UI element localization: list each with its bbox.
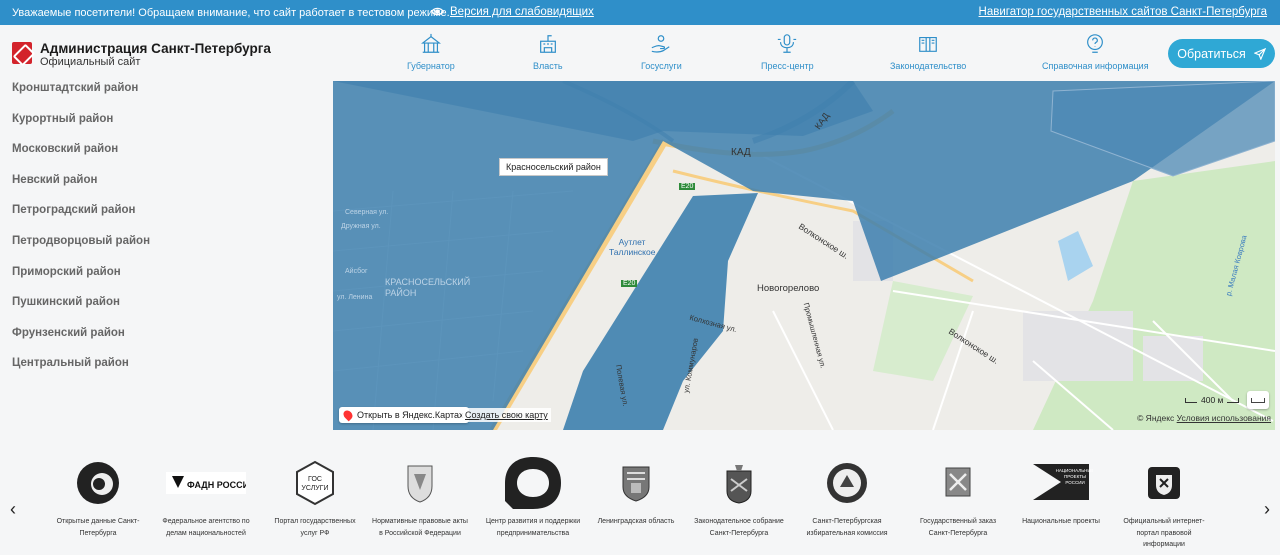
partner-legal-portal[interactable]: Официальный интернет-портал правовой инф… — [1116, 460, 1212, 551]
map-canvas — [333, 81, 1275, 430]
law-book-icon — [919, 36, 938, 52]
partner-leningrad-region[interactable]: Ленинградская область — [588, 460, 684, 528]
map-label-novogorelovo: Новогорелово — [757, 283, 820, 294]
legislative-assembly-emblem — [721, 460, 757, 506]
partner-state-order[interactable]: Государственный заказ Санкт-Петербурга — [910, 460, 1006, 539]
partners-carousel: ‹ › Открытые данные Санкт-Петербурга ФАД… — [0, 455, 1280, 555]
nav-press-center[interactable]: Пресс-центр — [761, 33, 814, 71]
map-label-e20: E20 — [679, 183, 696, 190]
map-label-street: Северная ул. — [345, 209, 389, 216]
svg-text:ПРОЕКТЫ: ПРОЕКТЫ — [1064, 474, 1086, 479]
ruler-icon — [1251, 397, 1265, 403]
state-order-emblem — [944, 460, 972, 506]
nav-gosuslugi[interactable]: Госуслуги — [641, 33, 682, 71]
business-center-logo — [503, 457, 563, 509]
partner-fadn[interactable]: ФАДН РОССИИ Федеральное агентство по дел… — [158, 460, 254, 539]
nav-authority[interactable]: Власть — [533, 33, 563, 71]
district-item[interactable]: Приморский район — [12, 265, 322, 296]
hand-service-icon — [652, 35, 670, 53]
district-list: Кронштадтский район Курортный район Моск… — [12, 81, 322, 387]
map-scale: 400 м — [1185, 395, 1240, 405]
partner-gosuslugi[interactable]: ГОС УСЛУГИ Портал государственных услуг Р… — [267, 460, 363, 539]
map-pin-icon — [341, 408, 355, 422]
appeal-button[interactable]: Обратиться — [1168, 39, 1275, 68]
test-mode-notice: Уважаемые посетители! Обращаем внимание,… — [12, 7, 450, 19]
district-item[interactable]: Курортный район — [12, 112, 322, 143]
legal-portal-emblem — [1146, 460, 1182, 506]
district-item[interactable]: Центральный район — [12, 356, 322, 387]
appeal-button-label: Обратиться — [1177, 46, 1246, 61]
district-map[interactable]: КАД КАД E20 E20 Аутлет Таллинское Нового… — [333, 81, 1275, 430]
map-block — [1023, 311, 1133, 381]
site-header: Администрация Санкт-Петербурга Официальн… — [0, 25, 1280, 81]
nav-legislation[interactable]: Законодательство — [890, 33, 966, 71]
partner-legal-acts[interactable]: Нормативные правовые акты в Российской Ф… — [372, 460, 468, 539]
carousel-prev-arrow[interactable]: ‹ — [10, 500, 24, 520]
open-data-logo — [75, 460, 121, 506]
governor-building-icon — [420, 33, 441, 53]
nav-governor[interactable]: Губернатор — [407, 33, 455, 71]
partner-national-projects[interactable]: НАЦИОНАЛЬНЫЕ ПРОЕКТЫ РОССИИ Национальные п… — [1013, 460, 1109, 528]
svg-text:ФАДН РОССИИ: ФАДН РОССИИ — [187, 480, 246, 490]
create-map-link[interactable]: Создать свою карту — [462, 408, 551, 422]
svg-text:ГОС: ГОС — [308, 476, 322, 483]
top-notice-bar: Уважаемые посетители! Обращаем внимание,… — [0, 0, 1280, 25]
carousel-next-arrow[interactable]: › — [1264, 500, 1278, 520]
map-label-district-name: КРАСНОСЕЛЬСКИЙ РАЙОН — [385, 277, 471, 298]
send-icon — [1253, 47, 1266, 60]
legal-acts-emblem — [400, 460, 440, 506]
ruler-button[interactable] — [1247, 391, 1269, 409]
eye-icon — [431, 7, 444, 16]
nav-reference-info[interactable]: Справочная информация — [1042, 33, 1149, 71]
partner-legislative-assembly[interactable]: Законодательное собрание Санкт-Петербург… — [691, 460, 787, 539]
map-label-street: Дружная ул. — [341, 223, 381, 230]
svg-text:УСЛУГИ: УСЛУГИ — [301, 485, 328, 492]
national-projects-logo: НАЦИОНАЛЬНЫЕ ПРОЕКТЫ РОССИИ — [1029, 460, 1093, 506]
district-item[interactable]: Петроградский район — [12, 203, 322, 234]
district-item[interactable]: Пушкинский район — [12, 295, 322, 326]
map-label-street: Айсбог — [345, 268, 368, 275]
district-item[interactable]: Кронштадтский район — [12, 81, 322, 112]
open-in-yandex-button[interactable]: Открыть в Яндекс.Картах — [339, 407, 470, 423]
gov-sites-navigator-link[interactable]: Навигатор государственных сайтов Санкт-П… — [979, 6, 1267, 18]
map-copyright: © Яндекс Условия использования — [1137, 413, 1271, 423]
map-label-e20: E20 — [621, 280, 638, 287]
map-label-outlet: Аутлет Таллинское — [609, 237, 656, 257]
terms-link[interactable]: Условия использования — [1177, 413, 1271, 423]
government-building-icon — [539, 35, 556, 53]
district-item[interactable]: Невский район — [12, 173, 322, 204]
district-item[interactable]: Фрунзенский район — [12, 326, 322, 357]
partner-open-data[interactable]: Открытые данные Санкт-Петербурга — [50, 460, 146, 539]
district-item[interactable]: Петродворцовый район — [12, 234, 322, 265]
fadn-logo: ФАДН РОССИИ — [166, 460, 246, 506]
low-vision-label: Версия для слабовидящих — [450, 5, 594, 18]
microphone-icon — [778, 34, 797, 53]
map-label-kad: КАД — [731, 147, 751, 158]
svg-text:РОССИИ: РОССИИ — [1065, 480, 1084, 485]
map-label-street: ул. Ленина — [337, 294, 373, 301]
low-vision-version-link[interactable]: Версия для слабовидящих — [431, 5, 594, 18]
main-navigation: Губернатор Власть Госуслуги Пресс-центр … — [0, 33, 1160, 77]
district-tooltip: Красносельский район — [499, 158, 608, 176]
gosuslugi-logo: ГОС УСЛУГИ — [293, 460, 337, 506]
partner-election-commission[interactable]: Санкт-Петербургская избирательная комисс… — [799, 460, 895, 539]
question-icon — [1087, 34, 1104, 53]
election-commission-emblem — [825, 460, 869, 506]
leningrad-region-emblem — [621, 460, 651, 506]
district-item[interactable]: Московский район — [12, 142, 322, 173]
partner-business-center[interactable]: Центр развития и поддержки предпринимате… — [485, 457, 581, 539]
svg-text:НАЦИОНАЛЬНЫЕ: НАЦИОНАЛЬНЫЕ — [1056, 468, 1093, 473]
